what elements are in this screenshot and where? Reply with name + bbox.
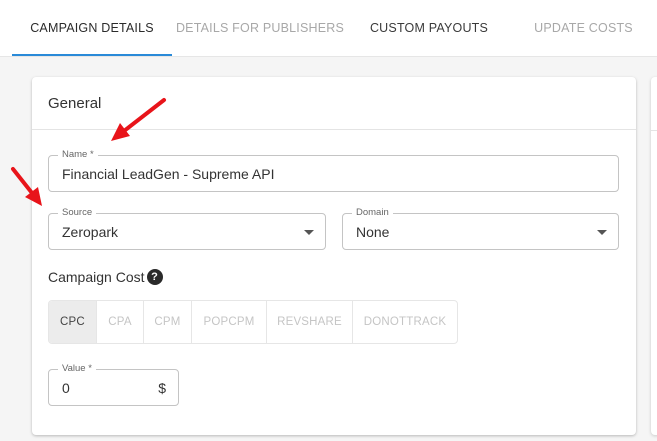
tab-custom-payouts[interactable]: CUSTOM PAYOUTS (348, 0, 510, 56)
cost-option-cpm[interactable]: CPM (144, 301, 192, 343)
value-field[interactable]: Value * 0 $ (48, 363, 179, 406)
caret-down-icon (304, 229, 314, 235)
active-tab-indicator (12, 54, 172, 56)
source-select[interactable]: Source Zeropark (48, 207, 326, 250)
campaign-cost-label-text: Campaign Cost (48, 269, 145, 285)
cost-option-donottrack[interactable]: DONOTTRACK (353, 301, 457, 343)
cost-option-popcpm[interactable]: POPCPM (192, 301, 267, 343)
question-circle-icon[interactable]: ? (146, 269, 163, 285)
value-field-value: 0 (62, 379, 70, 396)
cost-option-revshare[interactable]: REVSHARE (267, 301, 353, 343)
cost-option-cpc[interactable]: CPC (49, 301, 97, 343)
domain-select-value: None (356, 223, 390, 240)
caret-down-icon (597, 229, 607, 235)
cost-option-cpa[interactable]: CPA (97, 301, 144, 343)
tab-campaign-details[interactable]: CAMPAIGN DETAILS (12, 0, 172, 56)
tab-details-for-publishers[interactable]: DETAILS FOR PUBLISHERS (172, 0, 348, 56)
campaign-cost-label: Campaign Cost ? (48, 269, 163, 285)
name-field-value: Financial LeadGen - Supreme API (62, 165, 275, 182)
general-card-title: General (48, 95, 102, 112)
campaign-cost-toggle-group: CPC CPA CPM POPCPM REVSHARE DONOTTRACK (48, 300, 458, 344)
name-field[interactable]: Name * Financial LeadGen - Supreme API (48, 149, 619, 192)
general-card-header: General (32, 77, 636, 130)
adjacent-card-divider (651, 130, 657, 131)
tab-bar: CAMPAIGN DETAILS DETAILS FOR PUBLISHERS … (0, 0, 657, 57)
currency-suffix: $ (158, 379, 166, 396)
tab-update-costs[interactable]: UPDATE COSTS (510, 0, 657, 56)
domain-select[interactable]: Domain None (342, 207, 619, 250)
source-select-value: Zeropark (62, 223, 119, 240)
